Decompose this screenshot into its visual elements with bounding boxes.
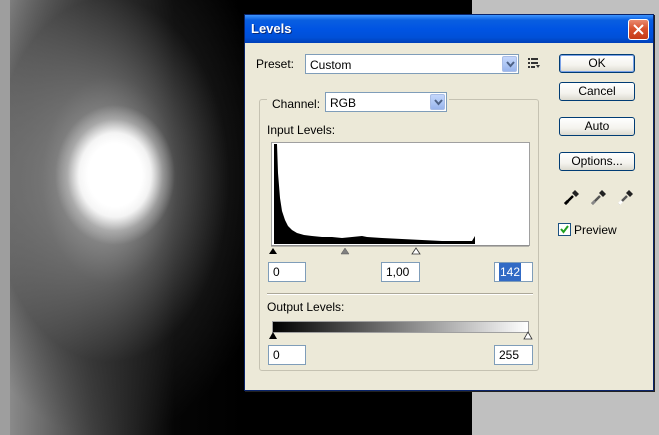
chevron-down-icon <box>434 99 443 106</box>
histogram-graph <box>274 144 475 244</box>
black-eyedropper-icon[interactable] <box>563 188 581 206</box>
close-icon <box>633 24 644 35</box>
input-black-field[interactable]: 0 <box>268 262 306 282</box>
input-black-slider-handle[interactable] <box>269 248 277 254</box>
light-glow-image <box>10 0 245 435</box>
options-button[interactable]: Options... <box>559 152 635 171</box>
title-bar[interactable]: Levels <box>245 15 653 43</box>
preset-select[interactable]: Custom <box>305 54 519 74</box>
histogram <box>271 142 530 246</box>
preset-dropdown-button[interactable] <box>502 56 517 72</box>
preview-label: Preview <box>574 223 617 237</box>
levels-dialog: Levels Preset: Custom Channel: RGB Input… <box>244 14 654 391</box>
close-button[interactable] <box>628 19 649 40</box>
output-white-slider-handle[interactable] <box>523 331 533 340</box>
separator <box>267 293 533 295</box>
channel-dropdown-button[interactable] <box>430 94 445 110</box>
preset-value: Custom <box>310 58 352 72</box>
input-levels-label: Input Levels: <box>267 123 336 137</box>
gray-eyedropper-icon[interactable] <box>590 188 608 206</box>
input-white-slider-handle[interactable] <box>411 247 421 255</box>
channel-select[interactable]: RGB <box>325 92 447 112</box>
chevron-down-icon <box>506 61 515 68</box>
input-white-field[interactable]: 142 <box>494 262 533 282</box>
white-eyedropper-icon[interactable] <box>617 188 635 206</box>
ok-button[interactable]: OK <box>559 54 635 73</box>
output-levels-label: Output Levels: <box>267 300 345 314</box>
input-slider[interactable] <box>267 245 531 257</box>
channel-value: RGB <box>330 96 357 110</box>
output-black-field[interactable]: 0 <box>268 345 306 365</box>
input-gamma-slider-handle[interactable] <box>340 247 350 255</box>
output-white-field[interactable]: 255 <box>494 345 533 365</box>
auto-button[interactable]: Auto <box>559 117 635 136</box>
checkmark-icon <box>560 225 569 234</box>
preset-label: Preset: <box>256 57 295 71</box>
cancel-button[interactable]: Cancel <box>559 82 635 101</box>
output-slider[interactable] <box>267 331 533 343</box>
output-black-slider-handle[interactable] <box>269 332 277 339</box>
dialog-title: Levels <box>251 21 292 36</box>
canvas-left-edge <box>0 0 10 435</box>
input-gamma-field[interactable]: 1,00 <box>381 262 420 282</box>
preview-checkbox[interactable] <box>558 223 571 236</box>
channel-label: Channel: <box>272 97 321 111</box>
preset-menu-icon[interactable] <box>528 58 540 69</box>
